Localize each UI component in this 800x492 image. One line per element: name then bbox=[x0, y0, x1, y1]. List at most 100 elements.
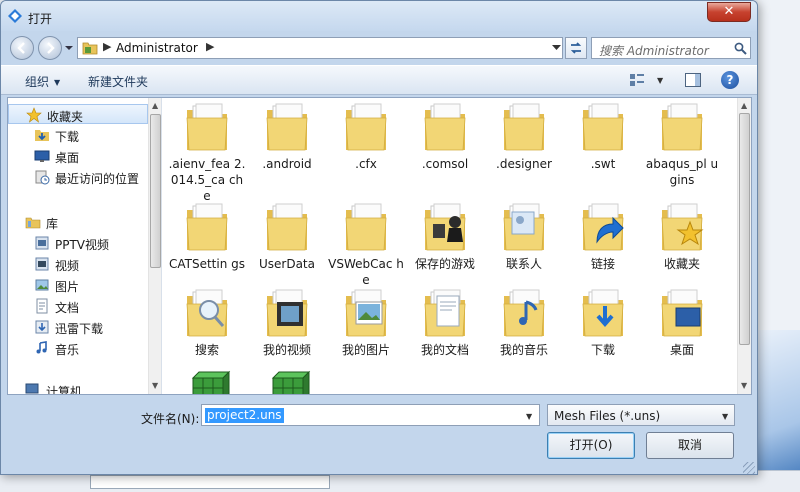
scroll-down-icon[interactable]: ▼ bbox=[741, 381, 747, 390]
file-name: .designer bbox=[496, 157, 552, 171]
background-input bbox=[90, 475, 330, 489]
nav-label: 图片 bbox=[55, 280, 80, 294]
file-item[interactable]: 联系人 bbox=[485, 202, 563, 272]
file-name: .comsol bbox=[421, 157, 469, 171]
organize-button[interactable]: 组织 ▼ bbox=[25, 73, 60, 90]
file-name: 收藏夹 bbox=[663, 257, 700, 271]
searches-folder-icon bbox=[183, 288, 231, 340]
file-name: 我的视频 bbox=[262, 343, 311, 357]
file-list-scroll-thumb[interactable] bbox=[739, 113, 750, 345]
file-type-select[interactable]: Mesh Files (*.uns) ▼ bbox=[547, 404, 735, 426]
file-item[interactable] bbox=[248, 364, 326, 394]
breadcrumb-administrator[interactable]: Administrator bbox=[116, 41, 198, 55]
file-item[interactable]: 我的音乐 bbox=[485, 288, 563, 358]
browser-area: 收藏夹 下载 桌面 最近访问的位置 库 PPTV视频 视频 图片 文档 迅雷下载… bbox=[7, 97, 752, 395]
filename-label: 文件名(N): bbox=[141, 412, 200, 426]
nav-item-downloads[interactable]: 下载 bbox=[8, 125, 148, 145]
file-item[interactable]: VSWebCac he bbox=[327, 202, 405, 288]
file-item[interactable]: abaqus_pl ugins bbox=[643, 102, 721, 188]
file-item[interactable]: .designer bbox=[485, 102, 563, 172]
folder-icon bbox=[263, 202, 311, 254]
navigation-row: ▶ Administrator ▶ 搜索 Administrator bbox=[1, 31, 757, 63]
scroll-up-icon[interactable]: ▲ bbox=[152, 101, 158, 110]
nav-scrollbar[interactable]: ▲ ▼ bbox=[148, 98, 161, 394]
nav-item-desktop[interactable]: 桌面 bbox=[8, 146, 148, 166]
nav-item-documents[interactable]: 文档 bbox=[8, 296, 148, 316]
file-name: .android bbox=[262, 157, 312, 171]
nav-label: 最近访问的位置 bbox=[55, 172, 140, 186]
file-name: 我的图片 bbox=[341, 343, 390, 357]
file-name: 保存的游戏 bbox=[414, 257, 475, 271]
nav-item-libraries[interactable]: 库 bbox=[8, 212, 148, 232]
preview-pane-icon[interactable] bbox=[685, 73, 701, 87]
nav-item-pptv-videos[interactable]: PPTV视频 bbox=[8, 233, 148, 253]
filename-input[interactable]: project2.uns ▼ bbox=[201, 404, 540, 426]
file-item[interactable]: 我的文档 bbox=[406, 288, 484, 358]
file-item[interactable]: 搜索 bbox=[168, 288, 246, 358]
file-item[interactable]: .swt bbox=[564, 102, 642, 172]
file-name: UserData bbox=[258, 257, 315, 271]
file-item[interactable]: 我的图片 bbox=[327, 288, 405, 358]
nav-label: 音乐 bbox=[55, 343, 80, 357]
scroll-down-icon[interactable]: ▼ bbox=[152, 381, 158, 390]
file-name: 下载 bbox=[590, 343, 615, 357]
file-item[interactable]: 下载 bbox=[564, 288, 642, 358]
view-options-dropdown-icon[interactable]: ▼ bbox=[657, 76, 663, 85]
file-item[interactable]: .comsol bbox=[406, 102, 484, 172]
forward-button[interactable] bbox=[38, 36, 62, 60]
file-item[interactable]: .android bbox=[248, 102, 326, 172]
file-item[interactable]: CATSettin gs bbox=[168, 202, 246, 272]
back-button[interactable] bbox=[10, 36, 34, 60]
file-item[interactable]: .cfx bbox=[327, 102, 405, 172]
resize-grip-icon[interactable] bbox=[743, 462, 755, 474]
new-folder-button[interactable]: 新建文件夹 bbox=[88, 73, 148, 90]
cancel-button[interactable]: 取消 bbox=[646, 432, 734, 459]
nav-item-recent-places[interactable]: 最近访问的位置 bbox=[8, 167, 148, 187]
refresh-button[interactable] bbox=[565, 37, 587, 59]
folder-icon bbox=[183, 102, 231, 154]
folder-icon bbox=[82, 42, 98, 55]
nav-item-music[interactable]: 音乐 bbox=[8, 338, 148, 358]
breadcrumb-separator-icon[interactable]: ▶ bbox=[103, 40, 111, 53]
file-item[interactable]: 我的视频 bbox=[248, 288, 326, 358]
search-box[interactable]: 搜索 Administrator bbox=[591, 37, 751, 59]
breadcrumb-separator-icon[interactable]: ▶ bbox=[206, 40, 214, 53]
nav-item-computer[interactable]: 计算机 bbox=[8, 380, 148, 394]
file-name: abaqus_pl ugins bbox=[645, 157, 719, 187]
file-item[interactable]: 收藏夹 bbox=[643, 202, 721, 272]
folder-icon bbox=[342, 202, 390, 254]
file-type-value: Mesh Files (*.uns) bbox=[554, 409, 661, 423]
nav-item-pictures[interactable]: 图片 bbox=[8, 275, 148, 295]
file-name: 联系人 bbox=[505, 257, 542, 271]
file-item[interactable]: .aienv_fea 2.014.5_ca che bbox=[168, 102, 246, 204]
title-bar[interactable]: 打开 ✕ bbox=[1, 1, 757, 31]
open-button[interactable]: 打开(O) bbox=[547, 432, 635, 459]
address-bar[interactable]: ▶ Administrator ▶ bbox=[77, 37, 563, 59]
search-icon[interactable] bbox=[734, 42, 747, 55]
close-icon: ✕ bbox=[723, 4, 735, 19]
file-item[interactable]: 保存的游戏 bbox=[406, 202, 484, 272]
desktop-icon bbox=[34, 150, 50, 162]
filename-dropdown-icon[interactable]: ▼ bbox=[526, 412, 532, 421]
file-list-scrollbar[interactable]: ▲ ▼ bbox=[737, 98, 751, 394]
close-button[interactable]: ✕ bbox=[707, 2, 751, 22]
nav-item-xunlei-downloads[interactable]: 迅雷下载 bbox=[8, 317, 148, 337]
help-icon[interactable]: ? bbox=[721, 71, 739, 89]
file-item[interactable]: 链接 bbox=[564, 202, 642, 272]
scroll-up-icon[interactable]: ▲ bbox=[741, 101, 747, 110]
recent-pages-dropdown-icon[interactable] bbox=[64, 44, 74, 52]
nav-scroll-thumb[interactable] bbox=[150, 114, 161, 268]
search-placeholder: 搜索 Administrator bbox=[599, 44, 709, 58]
mesh-file-icon bbox=[183, 364, 231, 394]
file-item[interactable]: UserData bbox=[248, 202, 326, 272]
file-name: 搜索 bbox=[194, 343, 219, 357]
nav-item-videos[interactable]: 视频 bbox=[8, 254, 148, 274]
music-library-icon bbox=[36, 341, 47, 354]
downloads-folder-icon bbox=[579, 288, 627, 340]
address-dropdown-icon[interactable] bbox=[552, 44, 561, 51]
file-item[interactable]: 桌面 bbox=[643, 288, 721, 358]
nav-item-favorites[interactable]: 收藏夹 bbox=[8, 104, 148, 124]
file-name: .aienv_fea 2.014.5_ca che bbox=[168, 157, 246, 203]
change-view-icon[interactable] bbox=[629, 73, 645, 87]
file-item[interactable] bbox=[168, 364, 246, 394]
